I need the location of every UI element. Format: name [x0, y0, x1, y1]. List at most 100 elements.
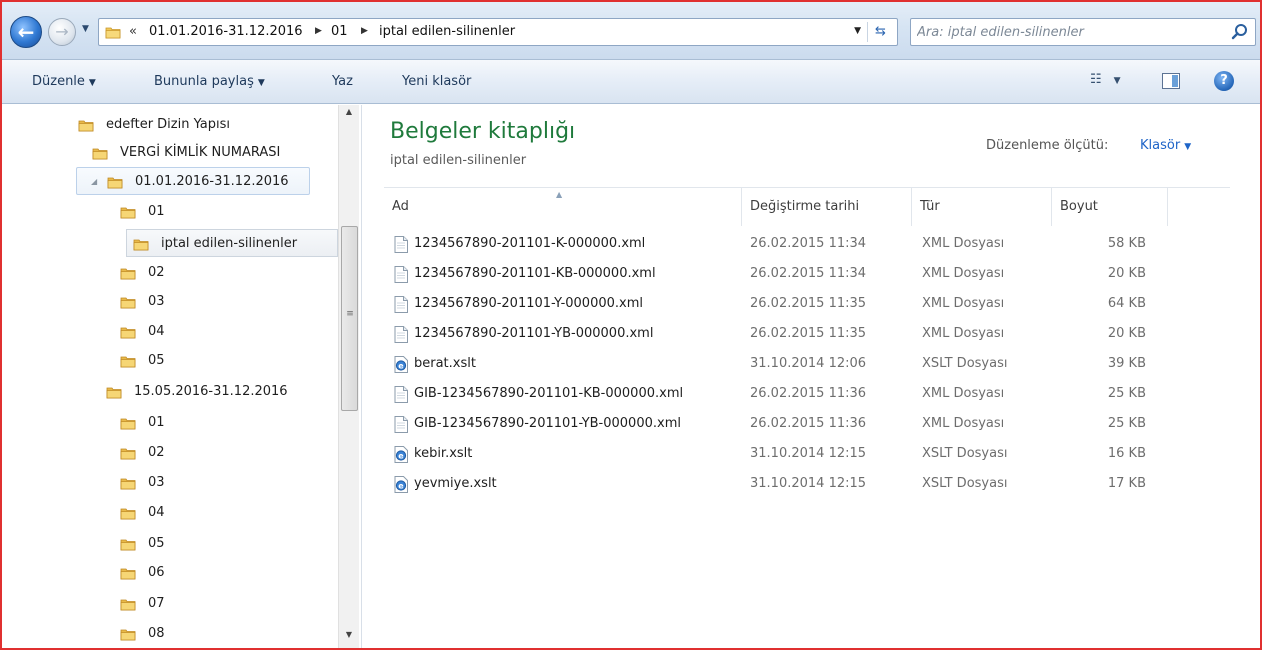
xml-file-icon: [394, 386, 408, 403]
breadcrumb[interactable]: « 01.01.2016-31.12.2016 ▶ 01 ▶ iptal edi…: [98, 18, 898, 46]
help-icon[interactable]: ?: [1214, 71, 1234, 91]
tree-item-label: 06: [148, 565, 165, 580]
folder-icon: [133, 239, 149, 251]
explorer-window: ← → ▼ « 01.01.2016-31.12.2016 ▶ 01 ▶ ipt…: [0, 0, 1262, 650]
column-header-type[interactable]: Tür: [912, 188, 1052, 226]
library-subtitle: iptal edilen-silinenler: [390, 153, 527, 168]
folder-icon: [105, 27, 121, 39]
column-header-size[interactable]: Boyut: [1052, 188, 1168, 226]
tree-item-folder[interactable]: 08: [120, 620, 332, 648]
xslt-file-icon: e: [394, 356, 408, 373]
breadcrumb-item-period[interactable]: 01.01.2016-31.12.2016: [149, 24, 303, 39]
column-header-date[interactable]: Değiştirme tarihi: [742, 188, 912, 226]
scroll-up-arrow-icon[interactable]: ▲: [339, 107, 359, 123]
svg-text:e: e: [398, 452, 404, 461]
file-date-modified: 26.02.2015 11:36: [750, 416, 867, 431]
back-button[interactable]: ←: [10, 16, 42, 48]
file-row[interactable]: 1234567890-201101-YB-000000.xml 26.02.201…: [384, 319, 1230, 349]
tree-item-label: 08: [148, 626, 165, 641]
file-date-modified: 26.02.2015 11:36: [750, 386, 867, 401]
forward-button[interactable]: →: [48, 18, 76, 46]
search-icon[interactable]: [1231, 23, 1249, 41]
expand-arrow-icon[interactable]: ◢: [91, 168, 97, 196]
tree-item-folder[interactable]: 02: [120, 259, 332, 287]
file-size: 64 KB: [1107, 296, 1146, 311]
arrange-by-dropdown[interactable]: Klasör ▼: [1140, 138, 1191, 153]
breadcrumb-arrow-icon[interactable]: ▶: [315, 26, 322, 36]
breadcrumb-arrow-icon[interactable]: ▶: [361, 26, 368, 36]
xml-file-icon: [394, 236, 408, 253]
file-name: kebir.xslt: [414, 446, 473, 461]
folder-icon: [78, 120, 94, 132]
recent-pages-dropdown-icon[interactable]: ▼: [82, 24, 89, 34]
scroll-down-arrow-icon[interactable]: ▼: [339, 630, 359, 646]
file-row[interactable]: GIB-1234567890-201101-KB-000000.xml 26.02…: [384, 379, 1230, 409]
new-folder-button[interactable]: Yeni klasör: [402, 74, 471, 89]
tree-item-folder[interactable]: 05: [120, 530, 332, 558]
tree-item-folder[interactable]: 04: [120, 499, 332, 527]
tree-item-label: VERGİ KİMLİK NUMARASI: [120, 145, 281, 160]
file-row[interactable]: GIB-1234567890-201101-YB-000000.xml 26.02…: [384, 409, 1230, 439]
organize-button[interactable]: Düzenle ▼: [32, 74, 96, 89]
refresh-icon[interactable]: ⇆: [867, 22, 893, 42]
breadcrumb-item-current[interactable]: iptal edilen-silinenler: [379, 24, 515, 39]
tree-item-folder[interactable]: 02: [120, 439, 332, 467]
file-name: berat.xslt: [414, 356, 476, 371]
breadcrumb-overflow[interactable]: «: [129, 24, 137, 39]
file-row[interactable]: e kebir.xslt 31.10.2014 12:15 XSLT Dosyası 1…: [384, 439, 1230, 469]
file-row[interactable]: e berat.xslt 31.10.2014 12:06 XSLT Dosyası 3…: [384, 349, 1230, 379]
tree-item-folder[interactable]: edefter Dizin Yapısı: [78, 111, 332, 139]
burn-button[interactable]: Yaz: [332, 74, 353, 89]
file-date-modified: 31.10.2014 12:06: [750, 356, 867, 371]
scrollbar-thumb[interactable]: ≡: [341, 226, 358, 411]
change-view-button[interactable]: ☷ ▼: [1090, 72, 1134, 92]
column-header-name[interactable]: Ad: [384, 188, 742, 226]
file-type: XML Dosyası: [922, 416, 1005, 431]
tree-item-folder[interactable]: 05: [120, 347, 332, 375]
file-name: GIB-1234567890-201101-YB-000000.xml: [414, 416, 681, 431]
tree-item-folder[interactable]: 04: [120, 318, 332, 346]
tree-item-folder[interactable]: 06: [120, 559, 332, 587]
chevron-down-icon: ▼: [1184, 142, 1192, 152]
tree-item-label: 01.01.2016-31.12.2016: [135, 174, 289, 189]
tree-item-folder[interactable]: 07: [120, 590, 332, 618]
folder-icon: [120, 356, 136, 368]
file-row[interactable]: e yevmiye.xslt 31.10.2014 12:15 XSLT Dosyas…: [384, 469, 1230, 499]
file-row[interactable]: 1234567890-201101-K-000000.xml 26.02.2015…: [384, 229, 1230, 259]
file-size: 20 KB: [1107, 266, 1146, 281]
xslt-file-icon: e: [394, 476, 408, 493]
file-date-modified: 26.02.2015 11:35: [750, 326, 867, 341]
preview-pane-icon[interactable]: [1162, 73, 1180, 89]
column-header-row: Ad ▲ Değiştirme tarihi Tür Boyut: [384, 187, 1230, 226]
tree-item-folder[interactable]: 01: [120, 409, 332, 437]
column-header-label: Tür: [920, 199, 940, 214]
file-date-modified: 26.02.2015 11:34: [750, 266, 867, 281]
search-input[interactable]: [917, 22, 1217, 42]
file-row[interactable]: 1234567890-201101-KB-000000.xml 26.02.201…: [384, 259, 1230, 289]
tree-item-folder[interactable]: ◢ 01.01.2016-31.12.2016: [76, 167, 310, 195]
nav-scrollbar[interactable]: ▲ ≡ ▼: [338, 105, 359, 648]
tree-item-folder[interactable]: 03: [120, 469, 332, 497]
content-pane: Belgeler kitaplığı iptal edilen-silinenl…: [364, 105, 1260, 648]
share-with-button[interactable]: Bununla paylaş ▼: [154, 74, 265, 89]
tree-item-folder[interactable]: 15.05.2016-31.12.2016: [106, 378, 332, 406]
chevron-down-icon: ▼: [257, 78, 265, 88]
file-date-modified: 31.10.2014 12:15: [750, 476, 867, 491]
breadcrumb-item-month[interactable]: 01: [331, 24, 348, 39]
folder-icon: [120, 418, 136, 430]
address-history-dropdown-icon[interactable]: ▼: [854, 26, 861, 36]
tree-item-folder[interactable]: 01: [120, 198, 332, 226]
file-type: XSLT Dosyası: [922, 446, 1008, 461]
tree-item-label: 05: [148, 536, 165, 551]
column-header-label: Ad: [392, 199, 409, 214]
tree-item-folder[interactable]: VERGİ KİMLİK NUMARASI: [92, 139, 332, 167]
folder-icon: [120, 327, 136, 339]
file-date-modified: 26.02.2015 11:35: [750, 296, 867, 311]
tree-item-label: 04: [148, 324, 165, 339]
arrange-by-label: Düzenleme ölçütü:: [986, 138, 1109, 153]
tree-item-folder[interactable]: iptal edilen-silinenler: [126, 229, 338, 257]
tree-item-folder[interactable]: 03: [120, 288, 332, 316]
file-row[interactable]: 1234567890-201101-Y-000000.xml 26.02.2015…: [384, 289, 1230, 319]
svg-text:e: e: [398, 362, 404, 371]
file-type: XML Dosyası: [922, 296, 1005, 311]
